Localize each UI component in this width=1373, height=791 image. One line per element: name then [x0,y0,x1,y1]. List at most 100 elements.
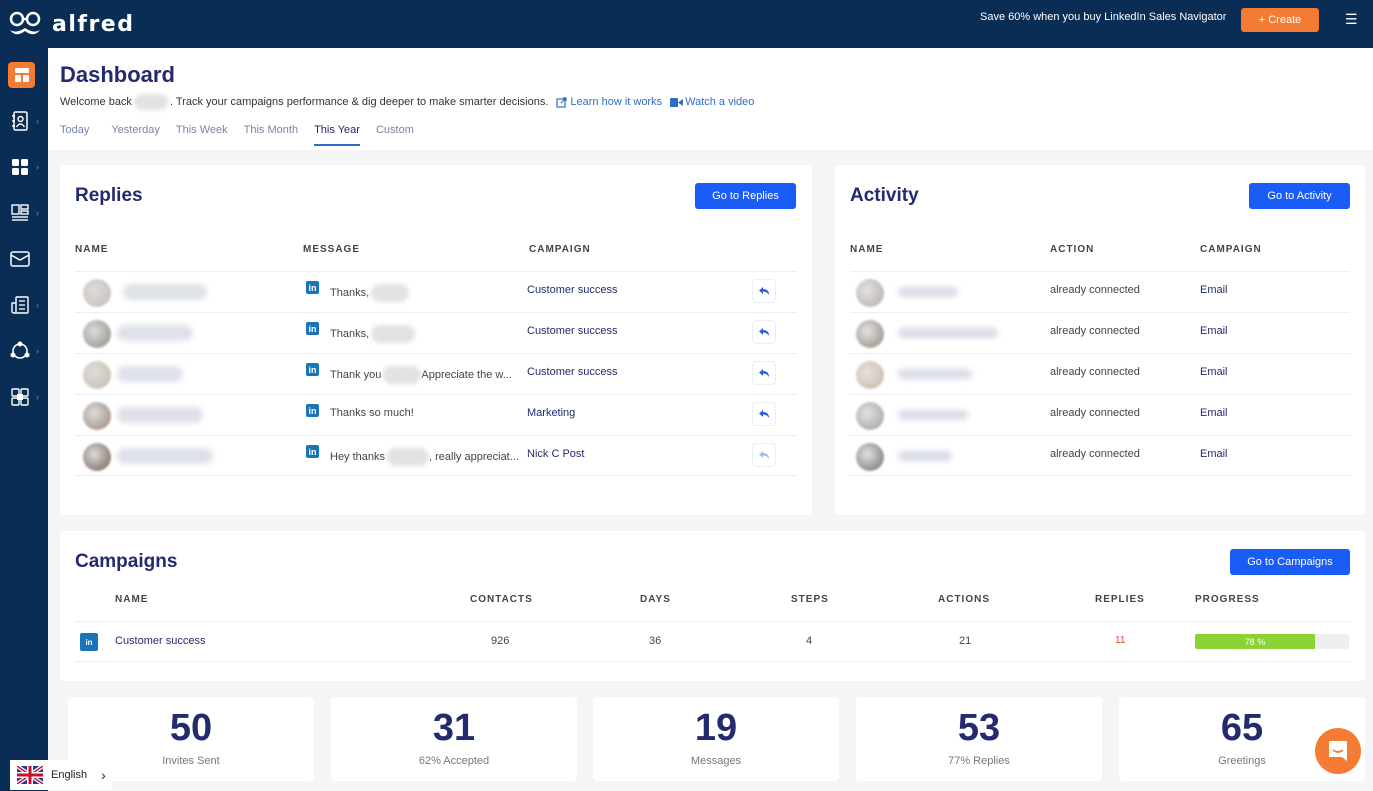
activity-action: already connected [1050,407,1140,419]
stat-label: Messages [690,755,742,767]
sidebar-item-support[interactable]: › [8,338,44,364]
avatar [83,361,111,389]
chevron-right-icon: › [36,392,39,402]
activity-campaign[interactable]: Email [1200,448,1228,460]
chat-bubble-icon [1329,741,1347,761]
reply-row[interactable]: in Hey thanks , really appreciat... Nick C … [75,435,797,476]
reply-arrow-icon [758,287,769,295]
integrations-icon [11,388,29,406]
go-to-replies-button[interactable]: Go to Replies [695,183,796,209]
stat-value: 50 [169,707,213,749]
go-to-activity-button[interactable]: Go to Activity [1249,183,1350,209]
activity-row[interactable]: already connected Email [850,394,1350,435]
stat-card: 19 Messages [593,697,839,781]
reply-button[interactable] [752,443,776,467]
reply-button[interactable] [752,279,776,303]
tab-custom[interactable]: Custom [376,124,414,146]
reply-button[interactable] [752,402,776,426]
activity-action: already connected [1050,366,1140,378]
welcome-text: Welcome back . Track your campaigns perf… [60,94,754,110]
redacted-contact-name [117,448,213,464]
avatar [856,320,884,348]
create-button[interactable]: + Create [1241,8,1319,32]
activity-row[interactable]: already connected Email [850,312,1350,353]
sidebar-item-reports[interactable]: › [8,292,44,318]
reply-campaign[interactable]: Marketing [527,407,575,419]
linkedin-icon: in [306,363,319,376]
avatar [856,279,884,307]
message-text-end: Appreciate the w... [421,369,512,381]
language-label: English [51,769,88,781]
activity-campaign[interactable]: Email [1200,407,1228,419]
linkedin-icon: in [306,281,319,294]
stat-value: 53 [957,707,1001,749]
avatar [856,443,884,471]
logo[interactable]: alfred [8,8,134,40]
activity-campaign[interactable]: Email [1200,284,1228,296]
chat-launcher-button[interactable] [1315,728,1361,774]
redacted-contact-name [898,410,968,420]
sidebar-item-contacts[interactable]: › [8,108,44,134]
reply-row[interactable]: in Thank you Appreciate the w... Customer s… [75,353,797,394]
replies-title: Replies [75,185,143,206]
activity-campaign[interactable]: Email [1200,366,1228,378]
redacted-text [387,448,430,466]
col-name: NAME [75,244,109,255]
reply-row[interactable]: in Thanks, Customer success [75,312,797,353]
reply-campaign[interactable]: Customer success [527,325,617,337]
tab-yesterday[interactable]: Yesterday [111,124,160,146]
learn-how-link[interactable]: Learn how it works [556,96,662,108]
sidebar: › › › › › › [0,48,48,791]
activity-campaign[interactable]: Email [1200,325,1228,337]
uk-flag-icon [17,766,43,784]
avatar [856,402,884,430]
activity-action: already connected [1050,325,1140,337]
col-days: DAYS [640,594,671,605]
message-text: Thanks, [330,287,370,299]
go-to-campaigns-button[interactable]: Go to Campaigns [1230,549,1350,575]
avatar [856,361,884,389]
promo-link[interactable]: Save 60% when you buy LinkedIn Sales Nav… [980,11,1226,23]
chevron-right-icon: › [36,116,39,126]
tab-today[interactable]: Today [60,124,89,146]
tab-this-month[interactable]: This Month [244,124,298,146]
campaign-progress-bar: 78 % [1195,634,1349,649]
sidebar-item-integrations[interactable]: › [8,384,44,410]
welcome-prefix: Welcome back [60,96,132,108]
activity-action: already connected [1050,448,1140,460]
reply-row[interactable]: in Thanks, Customer success [75,271,797,312]
reply-message: Hey thanks , really appreciat... [330,448,519,466]
sidebar-item-apps[interactable]: › [8,154,44,180]
reply-campaign[interactable]: Customer success [527,366,617,378]
reply-button[interactable] [752,361,776,385]
hamburger-menu-icon[interactable]: ☰ [1345,12,1359,26]
activity-row[interactable]: already connected Email [850,271,1350,312]
watch-video-link[interactable]: Watch a video [670,96,754,108]
stat-card: 53 77% Replies [856,697,1102,781]
reply-campaign[interactable]: Customer success [527,284,617,296]
app-name: alfred [52,11,135,37]
redacted-username [133,94,168,110]
reply-campaign[interactable]: Nick C Post [527,448,584,460]
top-bar: alfred Save 60% when you buy LinkedIn Sa… [0,0,1373,48]
col-campaign: CAMPAIGN [1200,244,1262,255]
tab-this-year[interactable]: This Year [314,124,360,146]
avatar [83,402,111,430]
sidebar-item-inbox[interactable] [8,246,44,272]
reply-button[interactable] [752,320,776,344]
col-actions: ACTIONS [938,594,990,605]
language-selector[interactable]: English › [10,760,112,790]
tab-this-week[interactable]: This Week [176,124,228,146]
reply-arrow-icon [758,451,769,459]
activity-row[interactable]: already connected Email [850,435,1350,476]
sidebar-item-dashboard[interactable] [8,62,35,88]
reply-message: Thank you Appreciate the w... [330,366,512,384]
campaign-name[interactable]: Customer success [115,635,205,647]
campaign-contacts: 926 [491,635,510,647]
activity-row[interactable]: already connected Email [850,353,1350,394]
sidebar-item-templates[interactable]: › [8,200,44,226]
reply-row[interactable]: in Thanks so much! Marketing [75,394,797,435]
contacts-book-icon [12,111,28,131]
campaign-row[interactable]: in Customer success 926 36 4 21 11 78 % [75,621,1350,662]
envelope-icon [10,251,30,267]
